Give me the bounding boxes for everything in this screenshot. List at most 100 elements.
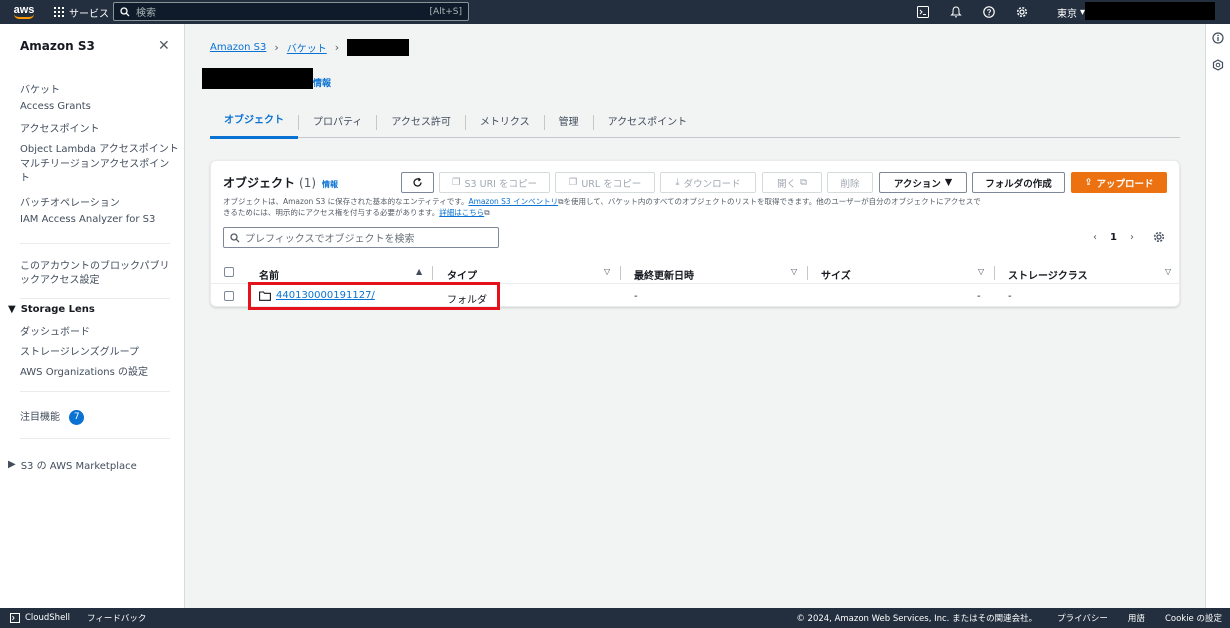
copy-url-label: URL をコピー (581, 178, 642, 190)
tab-management[interactable]: 管理 (543, 115, 593, 130)
objects-title-text: オブジェクト (223, 176, 296, 190)
copy-url-button[interactable]: ❐ URL をコピー (555, 172, 655, 193)
chevron-left-icon[interactable]: ‹ (1093, 232, 1097, 243)
marketplace-label: S3 の AWS Marketplace (20, 461, 137, 472)
objects-desc-text-1: オブジェクトは、Amazon S3 に保存された基本的なエンティティです。 (223, 197, 469, 206)
sort-icon[interactable]: ▽ (791, 267, 797, 276)
featured-label: 注目機能 (20, 412, 60, 423)
sort-ascending-icon[interactable]: ▲ (416, 267, 422, 276)
learn-more-link[interactable]: 詳細はこちら (439, 208, 484, 217)
delete-button[interactable]: 削除 (827, 172, 873, 193)
gear-icon[interactable] (1014, 4, 1030, 20)
page-number[interactable]: 1 (1110, 232, 1117, 243)
column-last-modified[interactable]: 最終更新日時 (634, 267, 694, 282)
aws-logo-smile (14, 14, 34, 19)
column-divider (807, 266, 808, 280)
create-folder-button[interactable]: フォルダの作成 (972, 172, 1065, 193)
column-divider (620, 266, 621, 280)
tab-objects[interactable]: オブジェクト (210, 108, 298, 139)
top-navigation: aws サービス 検索 [Alt+S] 東京 ▾ (0, 0, 1230, 24)
sidebar-item-dashboards[interactable]: ダッシュボード (20, 323, 90, 338)
open-button[interactable]: 開く ⧉ (762, 172, 822, 193)
services-label: サービス (69, 8, 109, 20)
bucket-name-redacted (202, 68, 313, 89)
tab-permissions[interactable]: アクセス許可 (376, 115, 465, 130)
column-storage-class[interactable]: ストレージクラス (1008, 267, 1088, 282)
sidebar-item-object-lambda[interactable]: Object Lambda アクセスポイント (20, 140, 179, 155)
sidebar-item-lens-groups[interactable]: ストレージレンズグループ (20, 343, 139, 358)
pagination: ‹ 1 › (1093, 232, 1134, 243)
sidebar-divider (20, 243, 170, 244)
select-all-checkbox[interactable] (224, 267, 234, 277)
aws-logo[interactable]: aws (4, 0, 44, 24)
bell-icon[interactable] (948, 4, 964, 20)
download-icon: ⤓ (675, 177, 680, 188)
caret-right-icon: ▶ (8, 459, 16, 470)
close-icon[interactable]: ✕ (158, 38, 170, 54)
breadcrumb-buckets[interactable]: バケット (287, 40, 327, 55)
row-checkbox[interactable] (224, 291, 234, 301)
cloudshell-icon[interactable] (915, 4, 931, 20)
sidebar-item-multi-region[interactable]: マルチリージョンアクセスポイント (20, 158, 170, 186)
bucket-tabs: オブジェクト プロパティ アクセス許可 メトリクス 管理 アクセスポイント (210, 108, 1180, 139)
column-type[interactable]: タイプ (447, 267, 477, 282)
tab-metrics[interactable]: メトリクス (464, 115, 544, 130)
search-icon (120, 6, 130, 16)
gear-icon[interactable] (1153, 231, 1165, 243)
sort-icon[interactable]: ▽ (978, 267, 984, 276)
column-name[interactable]: 名前 (259, 267, 279, 282)
region-selector[interactable]: 東京 ▾ (1057, 5, 1085, 20)
copy-s3-uri-button[interactable]: ❐ S3 URI をコピー (439, 172, 550, 193)
breadcrumb: Amazon S3 › バケット › (210, 39, 410, 56)
sidebar-item-buckets[interactable]: バケット (20, 81, 60, 96)
sidebar-item-featured[interactable]: 注目機能 7 (20, 408, 85, 425)
cookie-settings-link[interactable]: Cookie の設定 (1165, 612, 1222, 624)
tab-properties[interactable]: プロパティ (298, 115, 376, 130)
privacy-link[interactable]: プライバシー (1057, 612, 1108, 624)
download-button[interactable]: ⤓ ダウンロード (660, 172, 756, 193)
sidebar-item-iam-analyzer[interactable]: IAM Access Analyzer for S3 (20, 214, 155, 225)
sidebar-item-block-public-access[interactable]: このアカウントのブロックパブリックアクセス設定 (20, 260, 170, 288)
services-menu[interactable]: サービス (54, 5, 109, 20)
breadcrumb-bucket-redacted[interactable] (347, 39, 410, 56)
feedback-link[interactable]: フィードバック (87, 612, 146, 624)
chevron-right-icon[interactable]: › (1130, 232, 1134, 243)
sidebar-item-marketplace[interactable]: ▶ S3 の AWS Marketplace (8, 457, 137, 472)
sidebar-divider (20, 298, 170, 299)
tab-access-points[interactable]: アクセスポイント (592, 115, 702, 130)
sort-icon[interactable]: ▽ (1165, 267, 1171, 276)
breadcrumb-amazon-s3[interactable]: Amazon S3 (210, 42, 266, 53)
objects-info-link[interactable]: 情報 (322, 180, 338, 189)
refresh-button[interactable] (401, 172, 434, 193)
help-icon[interactable] (981, 4, 997, 20)
upload-button[interactable]: ⇪ アップロード (1071, 172, 1167, 193)
object-size-cell: - (977, 291, 981, 302)
inventory-link[interactable]: Amazon S3 インベントリ (468, 197, 558, 206)
account-menu-redacted[interactable] (1085, 2, 1215, 20)
sidebar-item-batch-operations[interactable]: バッチオペレーション (20, 194, 120, 209)
cloudshell-icon (10, 613, 20, 623)
actions-button[interactable]: アクション ▼ (879, 172, 967, 193)
info-icon[interactable] (1212, 32, 1224, 44)
chevron-right-icon: › (334, 41, 340, 54)
caret-down-icon: ▼ (8, 304, 16, 315)
column-size[interactable]: サイズ (821, 267, 851, 282)
object-storage-class-cell: - (1008, 291, 1012, 302)
cloudshell-link[interactable]: CloudShell (25, 613, 70, 623)
terms-link[interactable]: 用語 (1128, 612, 1145, 624)
global-search-input[interactable]: 検索 [Alt+S] (113, 2, 469, 21)
highlight-box (248, 282, 500, 310)
sidebar-item-access-grants[interactable]: Access Grants (20, 101, 91, 112)
sidebar-item-access-points[interactable]: アクセスポイント (20, 120, 100, 135)
storage-lens-title: Storage Lens (20, 304, 95, 315)
hexagon-icon[interactable] (1212, 59, 1224, 71)
featured-count-badge: 7 (69, 409, 85, 425)
grid-icon (54, 7, 64, 17)
sort-icon[interactable]: ▽ (604, 267, 610, 276)
storage-lens-section[interactable]: ▼ Storage Lens (8, 304, 95, 315)
refresh-icon (413, 177, 422, 187)
sidebar-item-organizations[interactable]: AWS Organizations の設定 (20, 363, 148, 378)
info-link[interactable]: 情報 (313, 76, 331, 89)
actions-label: アクション (893, 178, 941, 190)
prefix-search-input[interactable]: プレフィックスでオブジェクトを検索 (223, 227, 499, 248)
